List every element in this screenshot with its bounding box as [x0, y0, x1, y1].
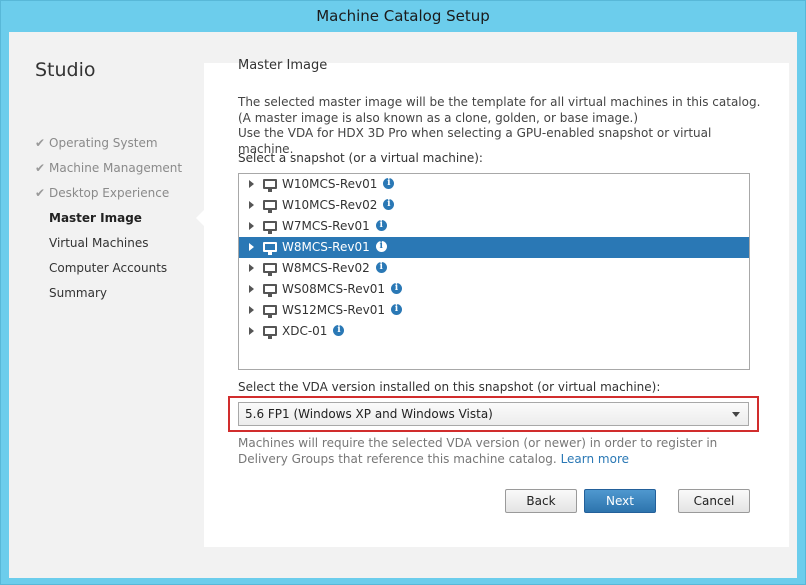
- description-line-1: The selected master image will be the te…: [238, 95, 761, 125]
- page-description: The selected master image will be the te…: [238, 95, 768, 157]
- expand-arrow-icon[interactable]: [249, 222, 254, 230]
- vm-icon: [263, 242, 277, 255]
- next-button[interactable]: Next: [584, 489, 656, 513]
- vm-icon: [263, 284, 277, 297]
- snapshot-item-w7mcs-rev01[interactable]: W7MCS-Rev01 i: [239, 216, 749, 237]
- vda-version-value: 5.6 FP1 (Windows XP and Windows Vista): [245, 407, 493, 421]
- step-desktop-experience[interactable]: ✔ Desktop Experience: [35, 183, 182, 208]
- snapshot-label: Select a snapshot (or a virtual machine)…: [238, 151, 483, 165]
- cancel-button[interactable]: Cancel: [678, 489, 750, 513]
- wizard-steps: ✔ Operating System ✔ Machine Management ✔ D…: [35, 133, 182, 308]
- vm-icon: [263, 200, 277, 213]
- vm-icon: [263, 305, 277, 318]
- window: Machine Catalog Setup Studio ✔ Operating …: [0, 0, 806, 585]
- expand-arrow-icon[interactable]: [249, 285, 254, 293]
- info-icon[interactable]: i: [333, 325, 345, 336]
- window-title: Machine Catalog Setup: [316, 7, 490, 25]
- vm-icon: [263, 326, 277, 339]
- vda-version-label: Select the VDA version installed on this…: [238, 380, 661, 394]
- check-icon: ✔: [35, 186, 46, 200]
- vm-icon: [263, 221, 277, 234]
- snapshot-item-ws08mcs-rev01[interactable]: WS08MCS-Rev01 i: [239, 279, 749, 300]
- snapshot-item-w10mcs-rev02[interactable]: W10MCS-Rev02 i: [239, 195, 749, 216]
- snapshot-item-xdc-01[interactable]: XDC-01 i: [239, 321, 749, 342]
- learn-more-link[interactable]: Learn more: [561, 452, 629, 466]
- snapshot-item-ws12mcs-rev01[interactable]: WS12MCS-Rev01 i: [239, 300, 749, 321]
- info-icon[interactable]: i: [390, 283, 402, 294]
- info-icon[interactable]: i: [383, 178, 395, 189]
- page-title: Master Image: [238, 58, 328, 73]
- step-machine-management[interactable]: ✔ Machine Management: [35, 158, 182, 183]
- snapshot-item-w8mcs-rev01[interactable]: W8MCS-Rev01 i: [239, 237, 749, 258]
- step-operating-system[interactable]: ✔ Operating System: [35, 133, 182, 158]
- step-computer-accounts: Computer Accounts: [49, 261, 168, 275]
- expand-arrow-icon[interactable]: [249, 264, 254, 272]
- snapshot-item-w8mcs-rev02[interactable]: W8MCS-Rev02 i: [239, 258, 749, 279]
- expand-arrow-icon[interactable]: [249, 306, 254, 314]
- expand-arrow-icon[interactable]: [249, 327, 254, 335]
- back-button[interactable]: Back: [505, 489, 577, 513]
- vm-icon: [263, 179, 277, 192]
- check-icon: ✔: [35, 136, 46, 150]
- snapshot-item-w10mcs-rev01[interactable]: W10MCS-Rev01 i: [239, 174, 749, 195]
- info-icon[interactable]: i: [375, 262, 387, 273]
- vm-icon: [263, 263, 277, 276]
- expand-arrow-icon[interactable]: [249, 243, 254, 251]
- chevron-down-icon[interactable]: [732, 412, 740, 417]
- step-master-image: Master Image: [49, 211, 142, 225]
- info-icon[interactable]: i: [375, 241, 387, 252]
- step-virtual-machines: Virtual Machines: [49, 236, 149, 250]
- step-summary: Summary: [49, 286, 107, 300]
- app-title: Studio: [35, 59, 96, 81]
- active-step-pointer: [196, 209, 205, 227]
- info-icon[interactable]: i: [390, 304, 402, 315]
- expand-arrow-icon[interactable]: [249, 180, 254, 188]
- vda-version-select[interactable]: 5.6 FP1 (Windows XP and Windows Vista): [238, 402, 749, 426]
- vda-note: Machines will require the selected VDA v…: [238, 436, 718, 466]
- info-icon[interactable]: i: [383, 199, 395, 210]
- expand-arrow-icon[interactable]: [249, 201, 254, 209]
- snapshot-tree[interactable]: W10MCS-Rev01 i W10MCS-Rev02 i W7MCS-Rev01 i…: [238, 173, 750, 370]
- info-icon[interactable]: i: [375, 220, 387, 231]
- check-icon: ✔: [35, 161, 46, 175]
